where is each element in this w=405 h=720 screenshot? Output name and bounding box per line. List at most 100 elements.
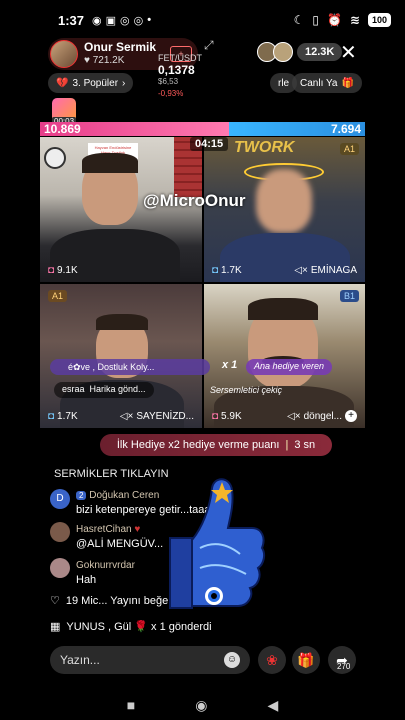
gift-toast: é✿ve , Dostluk Koly...: [50, 359, 210, 375]
rose-icon: ❀: [266, 651, 278, 668]
banner-text: İlk Hediye x2 hediye verme puanı: [116, 439, 280, 451]
gift-icon: ◘: [212, 265, 219, 276]
cell-4-count-value: 5.9K: [221, 411, 242, 422]
home-icon[interactable]: ◉: [195, 697, 207, 714]
chat-text: Hah: [76, 574, 97, 586]
close-icon[interactable]: ✕: [340, 40, 357, 65]
more-icon: •: [147, 13, 152, 26]
viewer-avatar: [273, 42, 293, 62]
gift-box-icon: 🎁: [297, 651, 315, 668]
chat-system-text: YUNUS , Gül 🌹 x 1 gönderdi: [66, 621, 212, 633]
banner-countdown: 3 sn: [294, 439, 316, 451]
speaker-mute-icon: ◁×: [119, 411, 134, 422]
chat-msg-3[interactable]: Goknurrvrdar Hah: [76, 558, 135, 588]
cell-2-count-value: 1.7K: [221, 265, 242, 276]
level-badge: 2: [76, 491, 87, 500]
back-icon[interactable]: ◀: [267, 697, 278, 714]
ticker-change: -0,93%: [158, 89, 184, 98]
comment-toast-text: Harika gönd...: [89, 384, 146, 394]
banner-separator: |: [285, 439, 289, 451]
gift-button[interactable]: 🎁: [292, 646, 320, 674]
person-hair: [248, 298, 318, 320]
gift-icon: ◘: [212, 411, 219, 422]
battle-timer: 04:15: [190, 137, 229, 151]
cell-1-count: ◘ 9.1K: [48, 265, 78, 276]
speaker-mute-icon: ◁×: [287, 410, 301, 422]
add-icon[interactable]: +: [345, 410, 357, 422]
message-icon: ▣: [105, 14, 117, 27]
emoji-icon[interactable]: ☺: [224, 652, 240, 668]
cell-4-name: ◁× döngel... +: [287, 410, 357, 422]
chat-system-2: ▦ YUNUS , Gül 🌹 x 1 gönderdi: [50, 620, 212, 633]
thumbs-up-sticker: [150, 468, 268, 618]
wall-clock: [44, 147, 66, 169]
chat-line-3[interactable]: [50, 558, 70, 583]
viewer-count[interactable]: 12.3K: [297, 43, 343, 61]
whatsapp-icon: ◉: [92, 14, 102, 27]
expand-icon[interactable]: ⤢: [204, 38, 214, 53]
brand-poster: TWORK: [234, 139, 295, 156]
rle-label: rle: [278, 77, 290, 89]
crypto-ticker[interactable]: FET/USDT 0,1378 $6,53 -0,93%: [158, 52, 202, 100]
alarm-icon: ⏰: [326, 13, 342, 27]
avatar: D: [50, 489, 70, 509]
wifi-icon: ≋: [349, 13, 360, 27]
person-hair: [96, 314, 148, 330]
cell-3-count: ◘ 1.7K: [48, 411, 78, 422]
battery-icon: 100: [367, 13, 391, 27]
avatar: [50, 522, 70, 542]
host-name: Onur Sermik: [84, 40, 157, 54]
gift-box-icon: 🎁: [341, 77, 354, 89]
comment-input[interactable]: Yazın... ☺: [50, 646, 250, 674]
instagram-icon: ◎: [120, 14, 130, 27]
gift-toast-top-gifter: Ana hediye veren: [246, 359, 333, 375]
comment-placeholder: Yazın...: [60, 653, 100, 667]
person-hair: [82, 153, 138, 173]
cell-2-badge: A1: [339, 143, 359, 155]
notification-icons: ◉ ▣ ◎ ◎ •: [92, 14, 151, 27]
comment-toast-user: esraa: [62, 384, 85, 394]
broken-heart-icon: 💔: [56, 77, 69, 89]
video-cell-4[interactable]: B1 ◘ 5.9K ◁× döngel... +: [204, 284, 365, 428]
cell-4-name-value: döngel...: [303, 410, 342, 422]
cell-2-name: ◁× EMİNAGA: [294, 265, 357, 276]
cell-2-name-value: EMİNAGA: [310, 265, 357, 276]
cell-4-badge: B1: [339, 290, 359, 302]
system-nav-bar: ■ ◉ ◀: [0, 690, 405, 720]
cell-1-count-value: 9.1K: [57, 265, 78, 276]
hediye-banner: İlk Hediye x2 hediye verme puanı | 3 sn: [100, 434, 332, 456]
heart-icon: ♥: [134, 524, 141, 535]
popular-chip[interactable]: 💔 3. Popüler ›: [48, 73, 134, 93]
host-avatar[interactable]: [50, 40, 78, 68]
gift-label: Sersemletici çekiç: [210, 385, 283, 395]
chat-line-1[interactable]: D: [50, 488, 70, 509]
stream-watermark: @MicroOnur: [143, 191, 246, 210]
battle-right-score: 7.694: [228, 122, 365, 136]
thumbs-up-icon: [169, 478, 266, 609]
host-likes-count: 721.2K: [92, 55, 125, 66]
viewer-avatars[interactable]: [257, 42, 293, 62]
battle-left-score: 10.869: [40, 122, 229, 136]
gift-multiplier: x 1: [222, 359, 238, 371]
rose-button[interactable]: ❀: [258, 646, 286, 674]
chat-line-2[interactable]: [50, 522, 70, 547]
host-info: Onur Sermik ♥ 721.2K: [84, 41, 156, 67]
host-likes: ♥ 721.2K: [84, 54, 156, 67]
cell-2-count: ◘ 1.7K: [212, 265, 242, 276]
video-cell-3[interactable]: A1 ◘ 1.7K ◁× SAYENİZD...: [40, 284, 202, 428]
moon-icon: ☾: [293, 13, 305, 27]
gift-icon: ◘: [48, 411, 55, 422]
recents-icon[interactable]: ■: [127, 697, 135, 713]
gift-icon: ◘: [48, 265, 55, 276]
chat-username: HasretCihan: [76, 524, 132, 535]
instagram-icon-2: ◎: [133, 14, 144, 27]
calendar-icon: ▦: [50, 621, 61, 633]
canli-chip[interactable]: Canlı Ya 🎁: [292, 73, 362, 93]
avatar: [50, 558, 70, 578]
chat-user: Goknurrvrdar: [76, 560, 135, 571]
chevron-right-icon: ›: [122, 77, 126, 89]
heart-outline-icon: ♡: [50, 595, 60, 607]
chat-username: Doğukan Ceren: [89, 490, 160, 501]
viewers[interactable]: 12.3K: [257, 42, 343, 62]
popular-label: 3. Popüler: [72, 77, 119, 89]
